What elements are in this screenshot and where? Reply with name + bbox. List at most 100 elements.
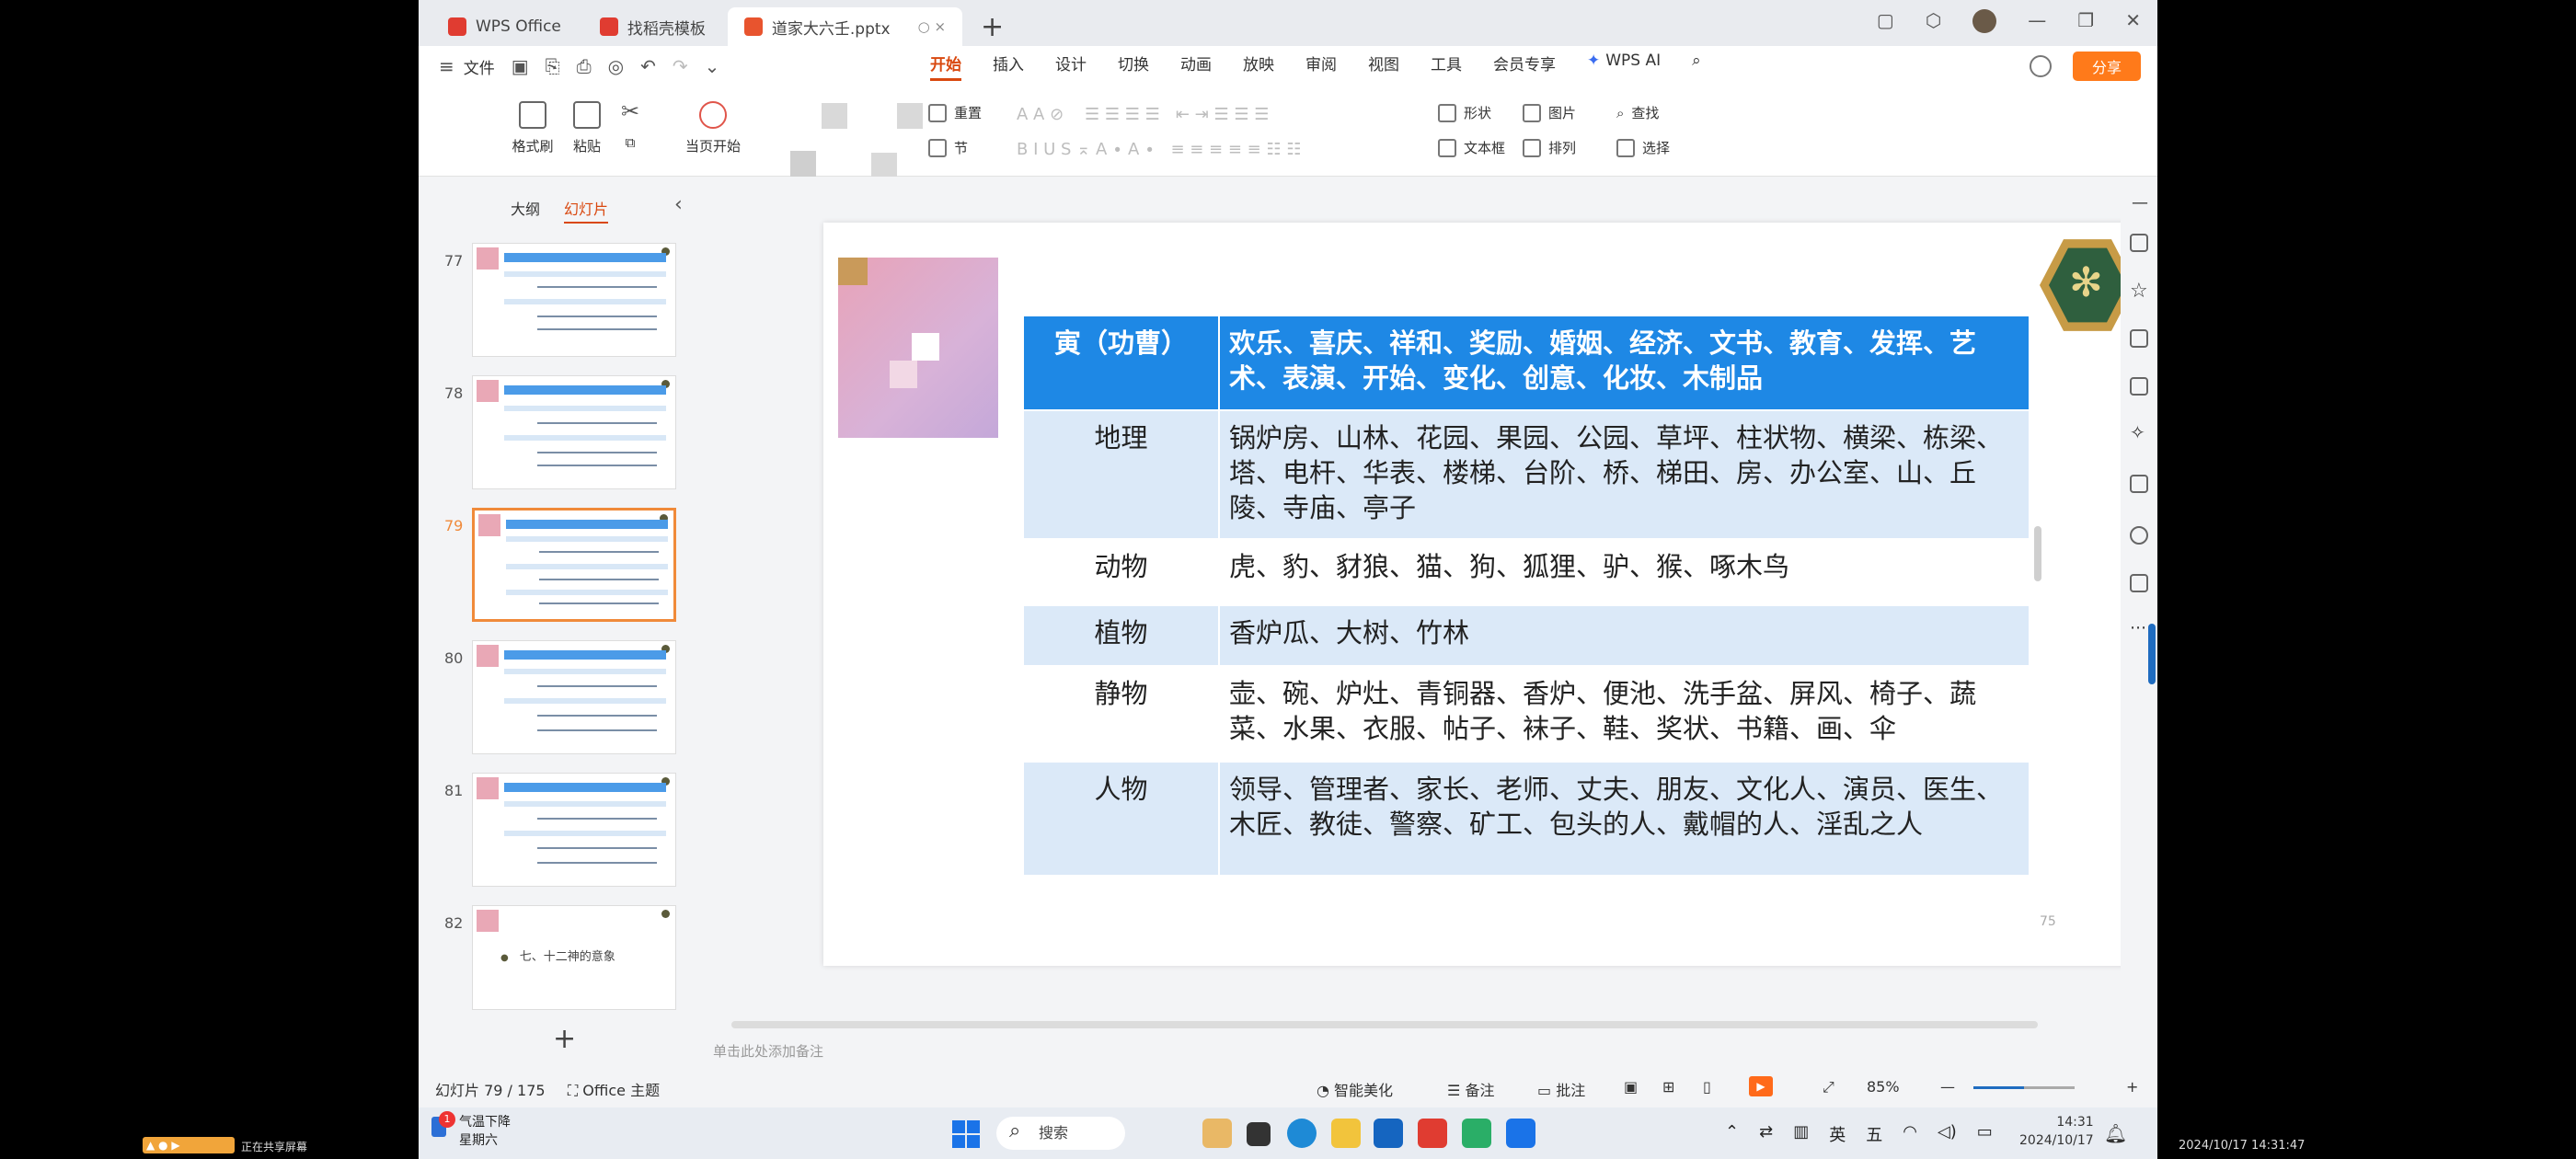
collapse-panel-icon[interactable]: ‹ (674, 193, 683, 216)
transfer-icon[interactable] (2130, 475, 2148, 493)
category-table[interactable]: 寅（功曹） 欢乐、喜庆、祥和、奖励、婚姻、经济、文书、教育、发挥、艺术、表演、开… (1024, 316, 2029, 877)
photos-icon[interactable] (1506, 1119, 1535, 1148)
battery-icon[interactable]: ▭ (1977, 1122, 1993, 1146)
slide-thumbnail-79[interactable] (472, 508, 676, 622)
slide-thumbnail-80[interactable] (472, 640, 676, 754)
layers-icon[interactable] (2130, 329, 2148, 348)
reading-view-icon[interactable]: ▯ (1703, 1078, 1711, 1096)
tab-outline[interactable]: 大纲 (511, 197, 540, 224)
notes-placeholder[interactable]: 单击此处添加备注 (713, 1041, 823, 1061)
new-tab-button[interactable]: + (968, 7, 1017, 46)
tab-animation[interactable]: 动画 (1180, 52, 1212, 81)
slide-thumbnail-77[interactable] (472, 243, 676, 357)
tab-transition[interactable]: 切换 (1118, 52, 1149, 81)
minimize-icon[interactable]: — (2028, 9, 2046, 33)
share-button[interactable]: 分享 (2073, 52, 2141, 81)
edge-browser-icon[interactable] (1287, 1119, 1317, 1148)
right-scroll-indicator[interactable] (2148, 624, 2156, 684)
tab-tools[interactable]: 工具 (1431, 52, 1462, 81)
restore-layout-icon[interactable]: ▢ (1877, 9, 1894, 33)
print-icon[interactable]: ⎙ (577, 55, 592, 77)
copy-button[interactable]: ⧉ (615, 134, 645, 151)
widgets-icon[interactable] (1202, 1119, 1232, 1148)
arrange-button[interactable]: 排列 (1523, 138, 1576, 157)
cube-icon[interactable]: ⬡ (1926, 9, 1941, 33)
fit-window-icon[interactable]: ⤢ (1823, 1078, 1834, 1096)
weather-widget[interactable]: 气温下降 星期六 (459, 1113, 511, 1150)
notes-pane[interactable]: 单击此处添加备注 (713, 1021, 2121, 1067)
file-explorer-icon[interactable] (1331, 1119, 1361, 1148)
tab-wps-office[interactable]: WPS Office (431, 7, 578, 46)
tray-chevron-icon[interactable]: ⌃ (1725, 1122, 1739, 1146)
hamburger-icon[interactable]: ≡ (439, 55, 454, 77)
magic-icon[interactable]: ✧ (2130, 421, 2145, 443)
volume-icon[interactable]: ◁) (1938, 1122, 1957, 1146)
wps-taskbar-icon[interactable] (1418, 1119, 1447, 1148)
tab-slideshow[interactable]: 放映 (1243, 52, 1274, 81)
more-icon[interactable]: ⋯ (2130, 618, 2146, 637)
task-view-icon[interactable] (1247, 1122, 1271, 1146)
ime-mode[interactable]: 五 (1866, 1122, 1882, 1146)
save-icon[interactable]: ▣ (512, 55, 529, 77)
ime-language[interactable]: 英 (1829, 1122, 1846, 1146)
play-from-current-button[interactable]: 当页开始 (669, 101, 757, 155)
close-window-icon[interactable]: ✕ (2125, 9, 2141, 33)
normal-view-icon[interactable]: ▣ (1624, 1078, 1638, 1096)
slide-thumbnail-78[interactable] (472, 375, 676, 489)
wps-ai-button[interactable]: WPS AI (1587, 52, 1661, 81)
image-edit-icon[interactable] (2130, 377, 2148, 396)
format-painter-button[interactable]: 格式刷 (507, 101, 558, 155)
avatar[interactable] (1972, 9, 1997, 33)
screen-share-indicator[interactable]: ▲ ● ▶ (143, 1137, 235, 1153)
tab-view[interactable]: 视图 (1368, 52, 1399, 81)
comment-button[interactable]: ▭ 批注 (1537, 1078, 1585, 1100)
maximize-icon[interactable]: ❐ (2077, 9, 2094, 33)
textbox-button[interactable]: 文本框 (1438, 138, 1505, 157)
slide-thumbnail-81[interactable] (472, 773, 676, 887)
undo-icon[interactable]: ↶ (640, 55, 656, 77)
tray-app-icon[interactable]: ⇄ (1759, 1122, 1773, 1146)
paste-button[interactable]: 粘贴 (564, 101, 610, 155)
tab-design[interactable]: 设计 (1055, 52, 1087, 81)
sorter-view-icon[interactable]: ⊞ (1662, 1078, 1674, 1096)
beautify-button[interactable]: ◔ 智能美化 (1317, 1078, 1393, 1100)
wifi-icon[interactable]: ◠ (1903, 1122, 1917, 1146)
slide[interactable]: 寅（功曹） 欢乐、喜庆、祥和、奖励、婚姻、经济、文书、教育、发挥、艺术、表演、开… (823, 223, 2143, 966)
tab-insert[interactable]: 插入 (993, 52, 1024, 81)
slide-thumbnail-82[interactable]: 七、十二神的意象 (472, 905, 676, 1010)
tab-home[interactable]: 开始 (930, 52, 961, 81)
cut-button[interactable]: ✂ (615, 98, 645, 132)
vertical-scrollbar[interactable] (2034, 526, 2041, 581)
notification-bell-icon[interactable]: 🔔︎ (2104, 1122, 2127, 1144)
taskbar-search[interactable]: 搜索 (996, 1115, 1125, 1150)
file-menu[interactable]: 文件 (464, 55, 495, 78)
picture-button[interactable]: 图片 (1523, 103, 1576, 122)
redo-icon[interactable]: ↷ (673, 55, 688, 77)
horizontal-scrollbar[interactable] (731, 1021, 2038, 1028)
search-icon[interactable]: ⌕ (1692, 52, 1701, 81)
slideshow-play-icon[interactable]: ▶ (1749, 1076, 1773, 1096)
preview-icon[interactable]: ◎ (608, 55, 624, 77)
mail-icon[interactable] (1374, 1119, 1403, 1148)
select-button[interactable]: 选择 (1616, 138, 1670, 157)
tab-pptx[interactable]: 道家大六壬.pptx ○ × (727, 7, 963, 46)
start-menu-icon[interactable] (952, 1120, 980, 1148)
shape-button[interactable]: 形状 (1438, 103, 1491, 122)
zoom-slider[interactable] (1973, 1086, 2075, 1089)
section-button[interactable]: 节 (928, 138, 968, 157)
help-icon[interactable] (2130, 526, 2148, 545)
tab-review[interactable]: 审阅 (1305, 52, 1337, 81)
close-tab-icon[interactable]: ○ × (918, 18, 946, 35)
tab-slides[interactable]: 幻灯片 (564, 197, 609, 224)
tab-template[interactable]: 找稻壳模板 (583, 7, 722, 46)
notes-button[interactable]: ☰ 备注 (1447, 1078, 1494, 1100)
export-icon[interactable]: ⎘ (546, 55, 560, 77)
minus-icon[interactable]: — (2132, 193, 2148, 212)
zoom-out-icon[interactable]: — (1940, 1078, 1955, 1096)
share-icon[interactable] (2130, 574, 2148, 592)
taskbar-clock[interactable]: 14:31 2024/10/17 (2019, 1113, 2094, 1150)
zoom-level[interactable]: 85% (1867, 1078, 1900, 1096)
slide-image[interactable] (838, 258, 998, 438)
more-chevron-icon[interactable]: ⌄ (705, 55, 720, 77)
collapse-ribbon-icon[interactable] (2030, 55, 2052, 77)
